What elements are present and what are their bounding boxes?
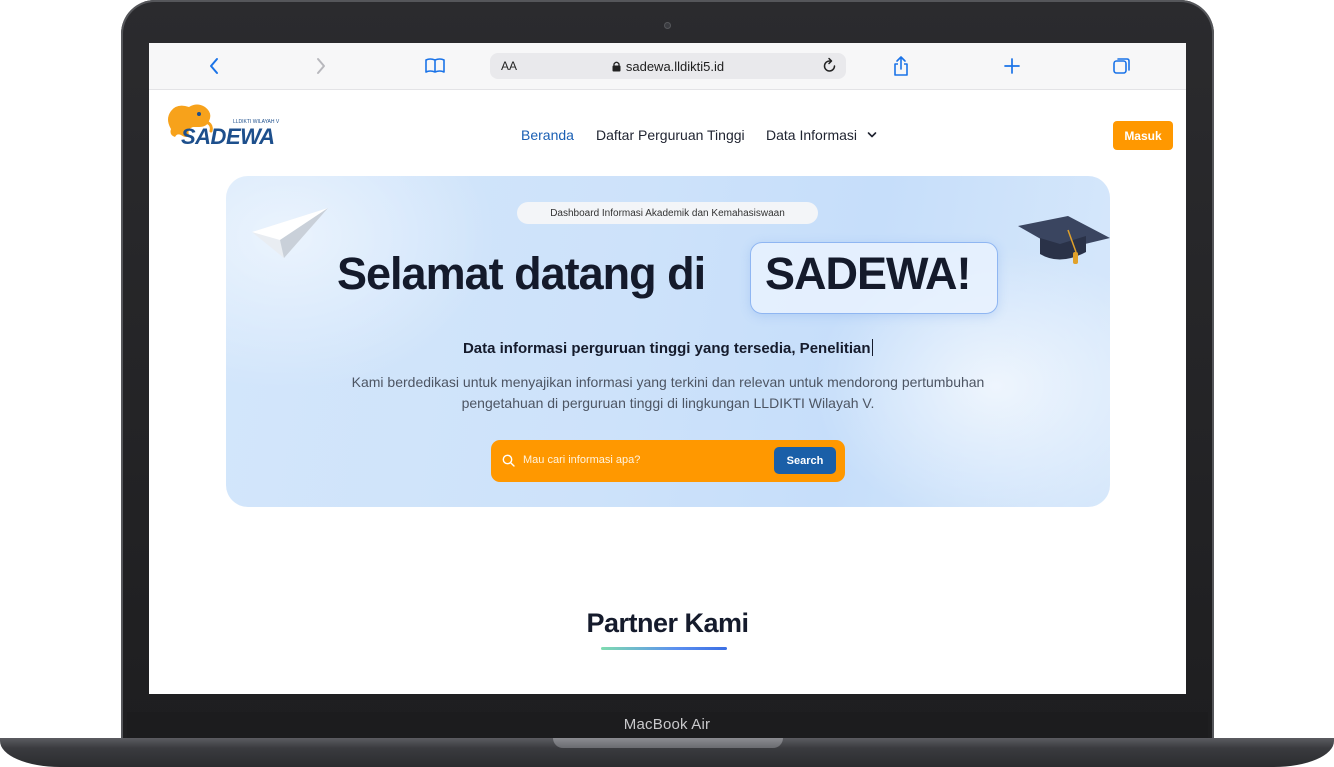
search-button[interactable]: Search xyxy=(774,447,836,474)
typing-cursor xyxy=(871,339,874,356)
share-icon xyxy=(894,56,908,76)
share-button[interactable] xyxy=(888,53,914,79)
browser-toolbar: AA sadewa.lldikti5.id xyxy=(149,43,1186,90)
paper-plane-icon xyxy=(252,208,328,258)
hero-description: Kami berdedikasi untuk menyajikan inform… xyxy=(351,374,985,411)
tabs-icon xyxy=(1113,58,1130,74)
logo-text: SADEWA xyxy=(181,124,275,149)
lock-icon xyxy=(612,61,621,72)
graduation-cap-icon xyxy=(1018,216,1110,264)
hero-banner: Dashboard Informasi Akademik dan Kemahas… xyxy=(226,176,1110,507)
chevron-right-icon xyxy=(317,58,325,74)
camera-icon xyxy=(664,22,671,29)
hero-headline-highlight: SADEWA! xyxy=(765,248,971,299)
nav-beranda[interactable]: Beranda xyxy=(521,127,574,143)
chevron-down-icon xyxy=(867,132,877,138)
plus-icon xyxy=(1004,58,1020,74)
forward-button[interactable] xyxy=(308,53,334,79)
chevron-left-icon xyxy=(210,58,218,74)
hero-headline: Selamat datang di xyxy=(337,248,706,299)
url-text: sadewa.lldikti5.id xyxy=(625,59,725,74)
search-icon xyxy=(502,454,515,467)
back-button[interactable] xyxy=(201,53,227,79)
bookmarks-button[interactable] xyxy=(422,53,448,79)
login-button[interactable]: Masuk xyxy=(1113,121,1173,150)
nav-data-informasi-label: Data Informasi xyxy=(766,127,858,143)
site-header: LLDIKTI WILAYAH V SADEWA Beranda Daftar … xyxy=(149,89,1186,179)
screen: AA sadewa.lldikti5.id LLDIKTI WILAYAH V … xyxy=(149,43,1186,694)
hero-badge: Dashboard Informasi Akademik dan Kemahas… xyxy=(517,202,818,224)
hero-subheading: Data informasi perguruan tinggi yang ter… xyxy=(226,339,1110,357)
nav-data-informasi[interactable]: Data Informasi xyxy=(766,127,877,143)
tabs-button[interactable] xyxy=(1109,53,1135,79)
partner-title-underline xyxy=(601,647,727,650)
reload-button[interactable] xyxy=(822,57,838,80)
laptop-notch xyxy=(553,738,783,748)
subheading-text: Data informasi perguruan tinggi yang ter… xyxy=(462,340,871,357)
nav-daftar-perguruan-tinggi[interactable]: Daftar Perguruan Tinggi xyxy=(596,127,745,143)
reload-icon xyxy=(823,57,836,72)
search-box: Mau cari informasi apa? Search xyxy=(491,440,845,482)
url-display: sadewa.lldikti5.id xyxy=(490,59,846,74)
book-icon xyxy=(425,58,445,73)
device-label: MacBook Air xyxy=(623,716,711,733)
search-input[interactable]: Mau cari informasi apa? xyxy=(523,454,640,466)
address-bar[interactable]: AA sadewa.lldikti5.id xyxy=(490,53,846,79)
partner-title: Partner Kami xyxy=(586,608,749,638)
new-tab-button[interactable] xyxy=(999,53,1025,79)
sadewa-logo[interactable]: LLDIKTI WILAYAH V SADEWA xyxy=(163,99,281,151)
